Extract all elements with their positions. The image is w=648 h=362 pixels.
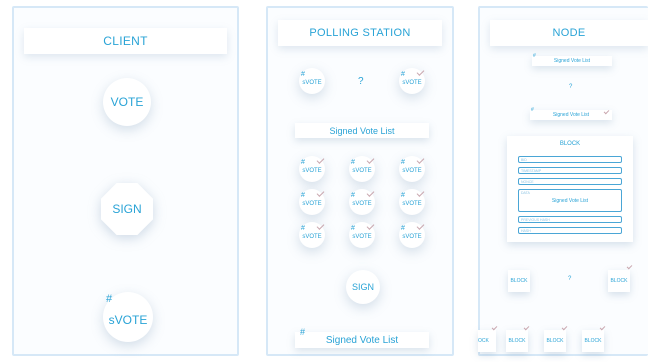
- block-field-data: DATA Signed Vote List: [518, 189, 622, 212]
- block-title: BLOCK: [559, 141, 581, 147]
- hash-mark: #: [401, 192, 405, 199]
- hash-mark: #: [351, 192, 355, 199]
- hash-mark: #: [301, 192, 305, 199]
- polling-panel: POLLING STATION sVOTE # ? sVOTE # Signed…: [266, 6, 454, 356]
- node-panel: NODE Signed Vote List # ? Signed Vote Li…: [478, 6, 648, 356]
- block-field-hash: HASH: [518, 227, 622, 234]
- block-label: BLOCK: [546, 338, 564, 344]
- svote-text: sVOTE: [302, 79, 322, 86]
- svote-text: sVOTE: [402, 79, 422, 86]
- block-node[interactable]: BLOCK: [582, 330, 604, 352]
- check-icon: [491, 324, 498, 331]
- block-node[interactable]: BLOCK: [506, 330, 528, 352]
- hash-mark: #: [300, 327, 306, 337]
- check-icon: [599, 324, 606, 331]
- check-icon: [626, 263, 633, 270]
- check-icon: [561, 324, 568, 331]
- block-field-timestamp: TIMESTAMP: [518, 167, 622, 174]
- hash-mark: #: [533, 53, 536, 59]
- node-question-mark: ?: [569, 84, 573, 90]
- hash-mark: #: [401, 225, 405, 232]
- block-field-nonce: NONCE: [518, 178, 622, 185]
- hash-mark: #: [351, 159, 355, 166]
- svote-text: sVOTE: [402, 167, 422, 174]
- bottom-signed-list-box[interactable]: Signed Vote List: [295, 332, 429, 348]
- block-node[interactable]: BLOCK: [508, 270, 530, 292]
- vote-label: VOTE: [110, 95, 144, 109]
- hash-mark: #: [301, 225, 305, 232]
- hash-mark: #: [301, 159, 305, 166]
- node-signed-list-mid-label: Signed Vote List: [552, 112, 590, 118]
- hash-mark: #: [531, 107, 534, 113]
- svote-text: sVOTE: [302, 167, 322, 174]
- block-label: BLOCK: [508, 338, 526, 344]
- block-field-bid: BID: [518, 156, 622, 163]
- svote-text: sVOTE: [352, 233, 372, 240]
- sign-octagon-wrap: SIGN: [101, 183, 153, 235]
- chain-question-mark: ?: [568, 276, 572, 282]
- svote-text: sVOTE: [352, 167, 372, 174]
- block-label: BLOCK: [610, 278, 628, 284]
- node-signed-list-top-label: Signed Vote List: [553, 58, 591, 64]
- block-label: OCK: [478, 338, 489, 344]
- hash-mark: #: [301, 71, 305, 78]
- svote-text: sVOTE: [402, 200, 422, 207]
- sign-octagon[interactable]: SIGN: [101, 183, 153, 235]
- block-label: BLOCK: [584, 338, 602, 344]
- svote-text: sVOTE: [302, 233, 322, 240]
- svote-text: sVOTE: [402, 233, 422, 240]
- client-title: CLIENT: [24, 28, 227, 54]
- client-panel: CLIENT VOTE SIGN sVOTE #: [12, 6, 239, 356]
- node-title: NODE: [490, 20, 648, 46]
- hash-mark: #: [401, 71, 405, 78]
- svote-label: sVOTE: [108, 313, 148, 327]
- svote-text: sVOTE: [302, 200, 322, 207]
- check-icon: [523, 324, 530, 331]
- block-node[interactable]: OCK: [478, 330, 496, 352]
- block-node[interactable]: BLOCK: [544, 330, 566, 352]
- block-data-value: Signed Vote List: [551, 198, 589, 204]
- svote-hash: #: [106, 293, 113, 305]
- sign-label: SIGN: [112, 202, 142, 216]
- block-detail[interactable]: BLOCK BID TIMESTAMP NONCE DATA Signed Vo…: [507, 136, 633, 242]
- block-node[interactable]: BLOCK: [608, 270, 630, 292]
- block-data-label: DATA: [521, 191, 530, 195]
- signed-list-label: Signed Vote List: [329, 125, 395, 136]
- block-field-previous-hash: PREVIOUS HASH: [518, 216, 622, 223]
- bottom-signed-list-label: Signed Vote List: [325, 334, 399, 346]
- signed-vote-list-box[interactable]: Signed Vote List: [295, 123, 429, 138]
- node-signed-list-mid[interactable]: Signed Vote List: [530, 110, 612, 120]
- polling-title: POLLING STATION: [278, 20, 442, 46]
- block-label: BLOCK: [510, 278, 528, 284]
- hash-mark: #: [401, 159, 405, 166]
- hash-mark: #: [351, 225, 355, 232]
- node-signed-list-top[interactable]: Signed Vote List: [532, 56, 612, 66]
- vote-circle[interactable]: VOTE: [103, 78, 151, 126]
- svote-text: sVOTE: [352, 200, 372, 207]
- question-mark: ?: [358, 76, 364, 87]
- sign-label: SIGN: [351, 282, 374, 292]
- sign-circle[interactable]: SIGN: [346, 270, 380, 304]
